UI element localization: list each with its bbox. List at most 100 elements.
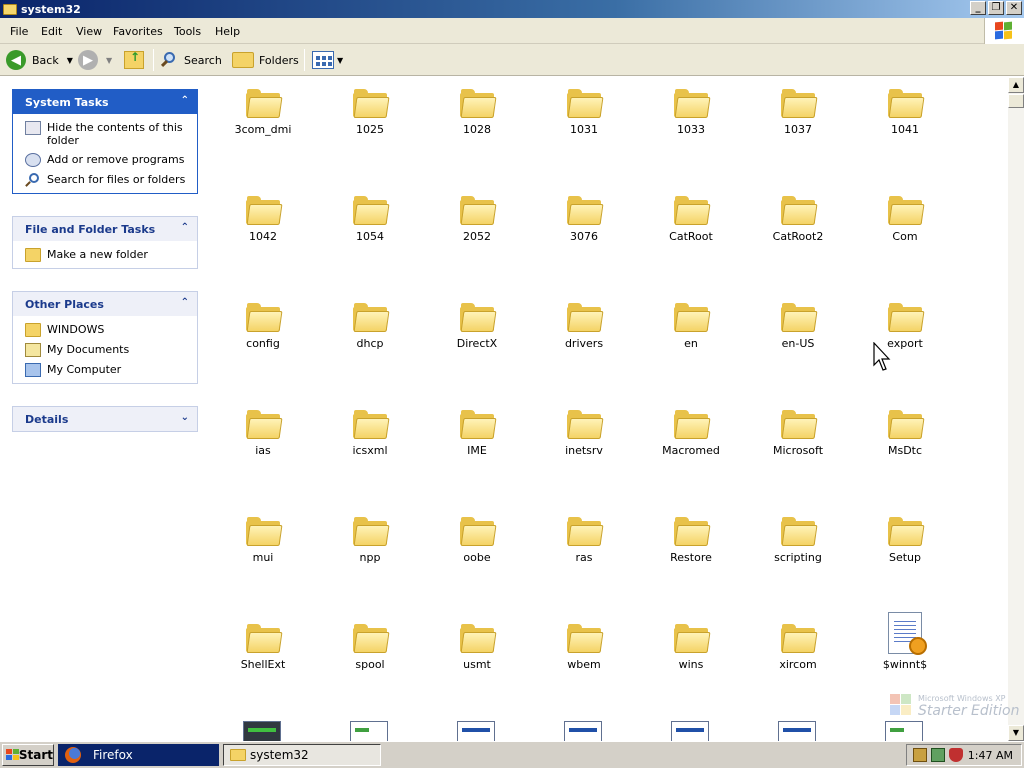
folder-item[interactable]: ShellExt — [213, 620, 313, 671]
folder-item[interactable]: Com — [855, 192, 955, 243]
folder-item[interactable]: IME — [427, 406, 527, 457]
folder-item[interactable]: wins — [641, 620, 741, 671]
place-label: My Computer — [47, 363, 122, 376]
menu-view[interactable]: View — [76, 25, 102, 38]
taskbar-firefox[interactable]: Firefox — [58, 744, 219, 766]
place-my-computer[interactable]: My Computer — [25, 363, 197, 377]
folder-item[interactable]: oobe — [427, 513, 527, 564]
folder-item[interactable]: config — [213, 299, 313, 350]
views-button[interactable]: ▼ — [312, 49, 343, 71]
menu-edit[interactable]: Edit — [41, 25, 62, 38]
folder-item[interactable]: en — [641, 299, 741, 350]
folder-item[interactable]: Macromed — [641, 406, 741, 457]
folder-item[interactable]: 1033 — [641, 85, 741, 136]
place-windows[interactable]: WINDOWS — [25, 323, 197, 337]
folder-item[interactable]: drivers — [534, 299, 634, 350]
folder-item[interactable]: en-US — [748, 299, 848, 350]
minimize-button[interactable]: _ — [970, 1, 986, 15]
menu-tools[interactable]: Tools — [174, 25, 201, 38]
chevron-down-icon[interactable]: ▼ — [337, 56, 343, 65]
scroll-thumb[interactable] — [1008, 94, 1024, 108]
folder-item[interactable]: 1054 — [320, 192, 420, 243]
folder-item[interactable]: 2052 — [427, 192, 527, 243]
chevron-down-icon[interactable]: ▼ — [106, 56, 112, 65]
search-button[interactable]: Search — [160, 49, 222, 71]
folders-button[interactable]: Folders — [232, 49, 299, 71]
collapse-chevron-icon[interactable]: ⌃ — [181, 95, 189, 106]
menu-help[interactable]: Help — [215, 25, 240, 38]
folder-item[interactable]: ias — [213, 406, 313, 457]
expand-chevron-icon[interactable]: ⌄ — [181, 412, 189, 423]
folder-item[interactable]: scripting — [748, 513, 848, 564]
folder-item[interactable]: CatRoot — [641, 192, 741, 243]
folder-item[interactable]: 1037 — [748, 85, 848, 136]
folder-item[interactable]: inetsrv — [534, 406, 634, 457]
folder-item[interactable]: 3076 — [534, 192, 634, 243]
close-button[interactable]: ✕ — [1006, 1, 1022, 15]
folder-item[interactable]: MsDtc — [855, 406, 955, 457]
task-hide-contents[interactable]: Hide the contents of this folder — [25, 121, 197, 147]
folder-item[interactable]: ras — [534, 513, 634, 564]
folder-item[interactable]: 1028 — [427, 85, 527, 136]
folder-item[interactable]: xircom — [748, 620, 848, 671]
file-folder-tasks-header[interactable]: File and Folder Tasks ⌃ — [13, 217, 197, 241]
folder-icon — [459, 192, 497, 226]
folder-item[interactable]: DirectX — [427, 299, 527, 350]
menu-favorites[interactable]: Favorites — [113, 25, 163, 38]
partial-item[interactable] — [457, 721, 497, 741]
task-search-files[interactable]: Search for files or folders — [25, 173, 197, 187]
folder-item[interactable]: Restore — [641, 513, 741, 564]
partial-item[interactable] — [885, 721, 925, 741]
collapse-chevron-icon[interactable]: ⌃ — [181, 297, 189, 308]
folder-item[interactable]: usmt — [427, 620, 527, 671]
other-places-header[interactable]: Other Places ⌃ — [13, 292, 197, 316]
forward-button[interactable]: ▶ ▼ — [78, 49, 112, 71]
folder-label: 1028 — [463, 123, 491, 136]
folder-label: 1037 — [784, 123, 812, 136]
folder-icon — [673, 620, 711, 654]
partial-item[interactable] — [778, 721, 818, 741]
folder-item[interactable]: mui — [213, 513, 313, 564]
task-make-new-folder[interactable]: Make a new folder — [25, 248, 197, 262]
taskbar-system32[interactable]: system32 — [223, 744, 381, 766]
details-header[interactable]: Details ⌄ — [13, 407, 197, 431]
folder-item[interactable]: wbem — [534, 620, 634, 671]
folder-item[interactable]: CatRoot2 — [748, 192, 848, 243]
folder-item[interactable]: spool — [320, 620, 420, 671]
vertical-scrollbar[interactable]: ▲ ▼ — [1008, 77, 1024, 741]
folder-item[interactable]: Microsoft — [748, 406, 848, 457]
folder-item[interactable]: 3com_dmi — [213, 85, 313, 136]
maximize-button[interactable]: ❐ — [988, 1, 1004, 15]
folder-label: dhcp — [356, 337, 384, 350]
folder-item[interactable]: npp — [320, 513, 420, 564]
folder-item[interactable]: export — [855, 299, 955, 350]
tray-tools-icon[interactable] — [913, 748, 927, 762]
start-button[interactable]: Start — [2, 744, 54, 766]
folder-item[interactable]: 1031 — [534, 85, 634, 136]
folder-item[interactable]: Setup — [855, 513, 955, 564]
menu-file[interactable]: File — [10, 25, 28, 38]
clock[interactable]: 1:47 AM — [968, 749, 1013, 762]
back-button[interactable]: ◀ Back ▼ — [6, 49, 73, 71]
folder-item[interactable]: dhcp — [320, 299, 420, 350]
folder-item[interactable]: icsxml — [320, 406, 420, 457]
folder-item[interactable]: 1025 — [320, 85, 420, 136]
partial-item[interactable] — [243, 721, 283, 741]
task-add-remove-programs[interactable]: Add or remove programs — [25, 153, 197, 167]
chevron-down-icon[interactable]: ▼ — [67, 56, 73, 65]
folder-item[interactable]: 1041 — [855, 85, 955, 136]
tray-network-icon[interactable] — [931, 748, 945, 762]
system-tasks-header[interactable]: System Tasks ⌃ — [13, 90, 197, 114]
partial-item[interactable] — [350, 721, 390, 741]
partial-item[interactable] — [671, 721, 711, 741]
folder-label: npp — [359, 551, 381, 564]
up-button[interactable]: ↑ — [124, 49, 144, 71]
collapse-chevron-icon[interactable]: ⌃ — [181, 222, 189, 233]
place-my-documents[interactable]: My Documents — [25, 343, 197, 357]
file-item[interactable]: $winnt$ — [855, 612, 955, 671]
security-shield-icon[interactable] — [949, 748, 963, 762]
scroll-up-icon[interactable]: ▲ — [1008, 77, 1024, 93]
folder-item[interactable]: 1042 — [213, 192, 313, 243]
scroll-down-icon[interactable]: ▼ — [1008, 725, 1024, 741]
partial-item[interactable] — [564, 721, 604, 741]
